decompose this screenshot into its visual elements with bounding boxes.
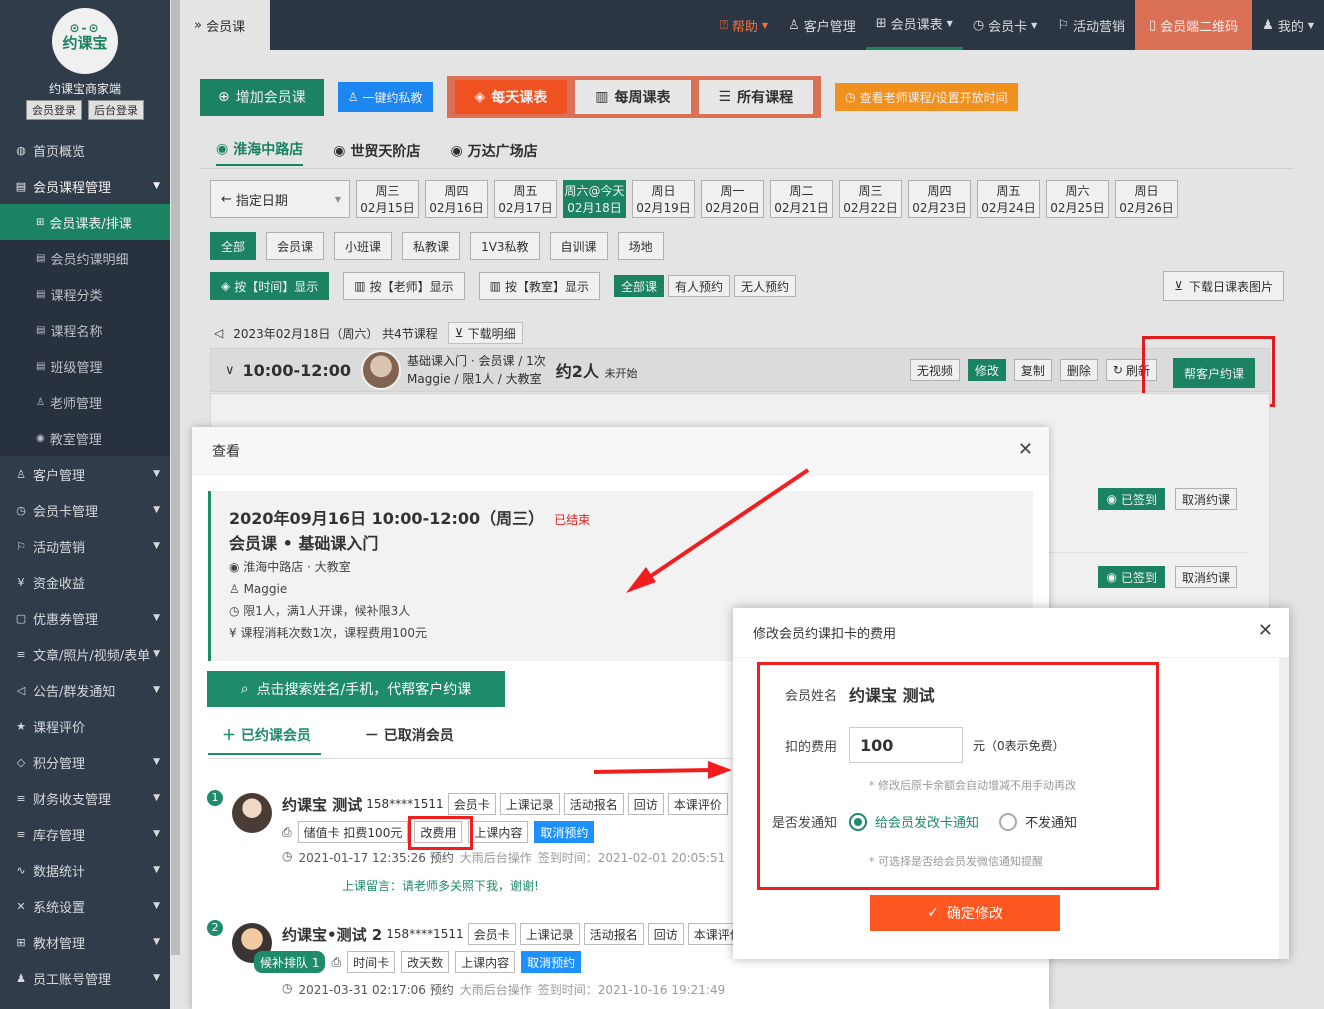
class-content-button[interactable]: 上课内容 bbox=[455, 951, 516, 973]
signin-time: 签到时间：2021-02-01 20:05:51 bbox=[537, 851, 726, 865]
booked-time: 2021-01-17 12:35:26 预约 bbox=[298, 851, 454, 865]
close-icon[interactable]: ✕ bbox=[1258, 620, 1273, 641]
confirm-edit-button[interactable]: ✓ 确定修改 bbox=[870, 895, 1060, 931]
course-datetime: 2020年09月16日 10:00-12:00（周三） 已结束 bbox=[229, 507, 1017, 532]
cancel-reservation-button[interactable]: 取消预约 bbox=[521, 951, 582, 973]
tab-label: 已取消会员 bbox=[383, 728, 454, 744]
tab-booked-members[interactable]: ＋ 已约课会员 bbox=[208, 725, 321, 755]
class-record-button[interactable]: 上课记录 bbox=[519, 923, 580, 945]
member-message: 上课留言：请老师多关照下我，谢谢! bbox=[342, 879, 539, 893]
highlight-box bbox=[757, 662, 1159, 890]
location-text: 淮海中路店 · 大教室 bbox=[243, 560, 351, 574]
member-actions: 候补排队 1 ⎙ 时间卡 改天数 上课内容 取消预约 bbox=[254, 951, 582, 973]
check-icon: ✓ bbox=[927, 905, 939, 921]
button-label: 确定修改 bbox=[946, 906, 1003, 922]
member-meta: ◷ 2021-03-31 02:17:06 预约 大雨后台操作 签到时间：202… bbox=[282, 981, 725, 998]
printer-icon[interactable]: ⎙ bbox=[282, 825, 292, 840]
search-icon: ⌕ bbox=[240, 681, 249, 697]
activity-signup-button[interactable]: 活动报名 bbox=[583, 923, 644, 945]
course-location: ◉ 淮海中路店 · 大教室 bbox=[229, 556, 1017, 578]
course-teacher: ♙ Maggie bbox=[229, 578, 1017, 600]
capacity-text: 限1人，满1人开课，候补限3人 bbox=[243, 604, 411, 618]
waitlist-badge: 候补排队 1 bbox=[254, 951, 326, 973]
booked-time: 2021-03-31 02:17:06 预约 bbox=[298, 983, 454, 997]
change-days-button[interactable]: 改天数 bbox=[401, 951, 450, 973]
operator: 大雨后台操作 bbox=[459, 983, 532, 997]
edit-fee-dialog: 修改会员约课扣卡的费用 ✕ 会员姓名 约课宝 测试 扣的费用 100 元（0表示… bbox=[733, 608, 1289, 959]
course-title: 会员课 • 基础课入门 bbox=[229, 534, 379, 553]
course-review-button[interactable]: 本课评价 bbox=[667, 793, 728, 815]
member-card-button[interactable]: 会员卡 bbox=[447, 793, 496, 815]
yen-icon: ¥ bbox=[229, 626, 241, 640]
search-book-button[interactable]: ⌕ 点击搜索姓名/手机，代帮客户约课 bbox=[207, 671, 505, 707]
tab-label: 已约课会员 bbox=[240, 728, 311, 744]
close-icon[interactable]: ✕ bbox=[1018, 439, 1033, 460]
signin-time: 签到时间：2021-10-16 19:21:49 bbox=[537, 983, 726, 997]
follow-up-button[interactable]: 回访 bbox=[647, 923, 684, 945]
printer-icon[interactable]: ⎙ bbox=[331, 955, 341, 970]
member-card-button[interactable]: 会员卡 bbox=[467, 923, 516, 945]
member-name[interactable]: 约课宝 测试 bbox=[282, 794, 362, 815]
activity-signup-button[interactable]: 活动报名 bbox=[563, 793, 624, 815]
member-tabs: ＋ 已约课会员 － 已取消会员 bbox=[208, 725, 464, 755]
dialog-header: 修改会员约课扣卡的费用 ✕ bbox=[733, 608, 1289, 658]
member-name-row: 约课宝 测试 158****1511 会员卡 上课记录 活动报名 回访 本课评价 bbox=[282, 793, 728, 815]
member-number: 1 bbox=[206, 789, 224, 807]
status-badge: 已结束 bbox=[554, 513, 591, 527]
class-record-button[interactable]: 上课记录 bbox=[499, 793, 560, 815]
location-icon: ◉ bbox=[229, 560, 244, 574]
dialog-title: 修改会员约课扣卡的费用 bbox=[753, 627, 897, 642]
clock-icon: ◷ bbox=[229, 604, 244, 618]
member-number: 2 bbox=[206, 919, 224, 937]
dialog-header: 查看 ✕ bbox=[192, 427, 1049, 475]
member-phone: 158****1511 bbox=[366, 797, 444, 811]
user-icon: ♙ bbox=[229, 582, 244, 596]
clock-icon: ◷ bbox=[282, 981, 293, 995]
member-phone: 158****1511 bbox=[386, 927, 464, 941]
highlight-box bbox=[408, 816, 473, 850]
cancel-reservation-button[interactable]: 取消预约 bbox=[534, 821, 595, 843]
follow-up-button[interactable]: 回访 bbox=[627, 793, 664, 815]
member-meta: ◷ 2021-01-17 12:35:26 预约 大雨后台操作 签到时间：202… bbox=[282, 849, 725, 866]
button-label: 点击搜索姓名/手机，代帮客户约课 bbox=[256, 682, 472, 698]
clock-icon: ◷ bbox=[282, 849, 293, 863]
cost-text: 课程消耗次数1次，课程费用100元 bbox=[240, 626, 427, 640]
teacher-text: Maggie bbox=[243, 582, 288, 596]
card-type: 时间卡 bbox=[347, 951, 396, 973]
avatar bbox=[232, 793, 272, 833]
operator: 大雨后台操作 bbox=[459, 851, 532, 865]
dialog-scrollbar[interactable] bbox=[1279, 658, 1289, 959]
member-name-row: 约课宝•测试 2 158****1511 会员卡 上课记录 活动报名 回访 本课… bbox=[282, 923, 748, 945]
class-content-button[interactable]: 上课内容 bbox=[468, 821, 529, 843]
tab-cancelled-members[interactable]: － 已取消会员 bbox=[351, 725, 464, 755]
member-name[interactable]: 约课宝•测试 2 bbox=[282, 924, 382, 945]
datetime-text: 2020年09月16日 10:00-12:00（周三） bbox=[229, 509, 545, 528]
dialog-title: 查看 bbox=[212, 443, 240, 460]
card-deduction: 储值卡 扣费100元 bbox=[297, 821, 409, 843]
